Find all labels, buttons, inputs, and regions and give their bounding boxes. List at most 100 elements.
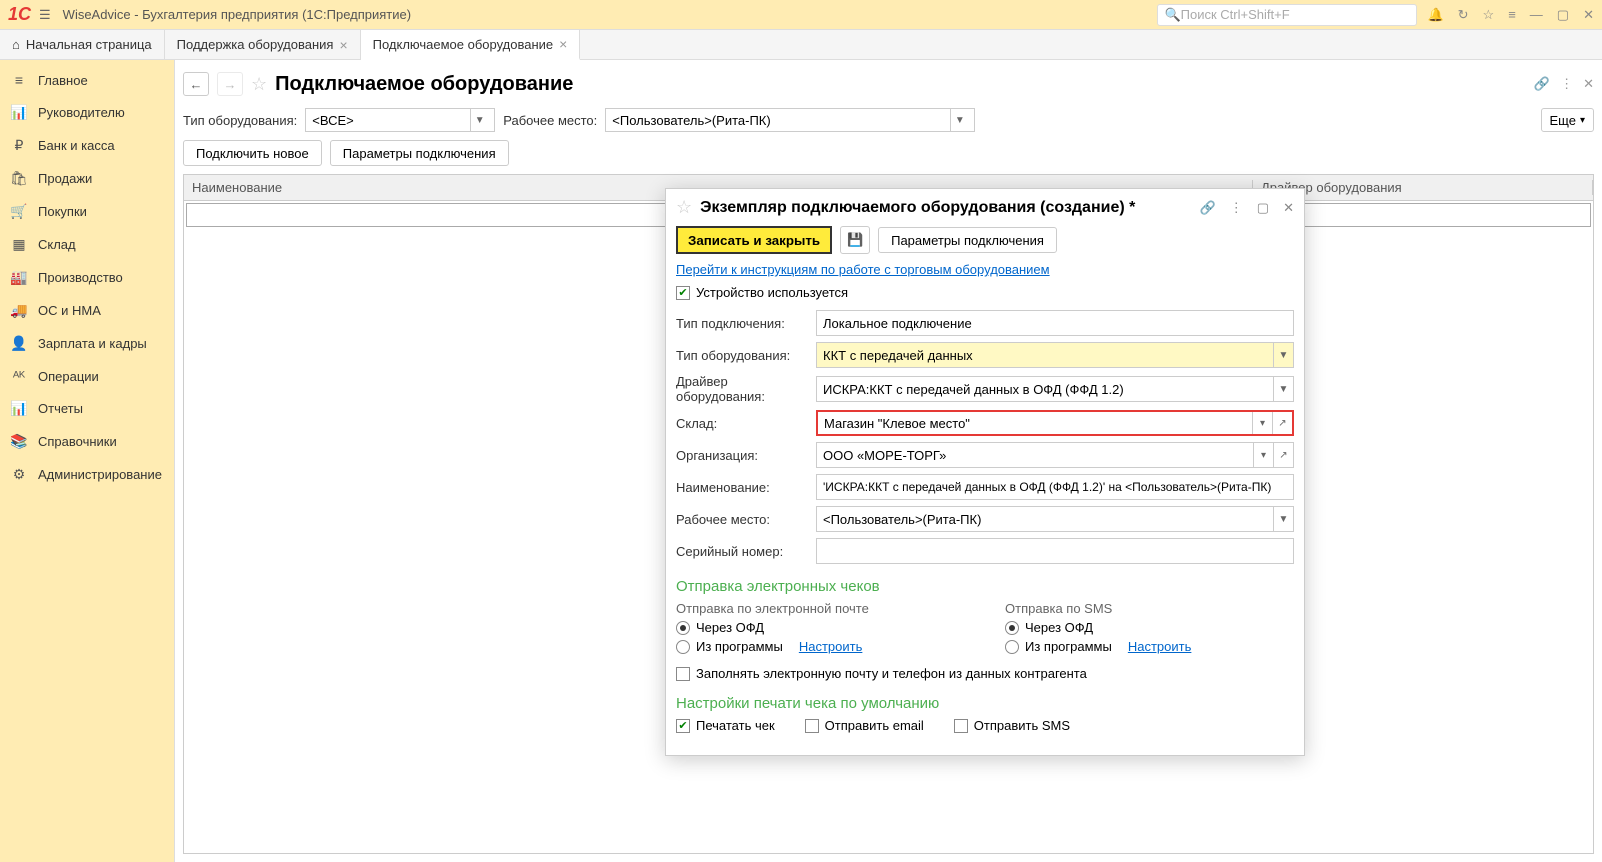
- serial-input[interactable]: [816, 538, 1294, 564]
- chevron-down-icon[interactable]: ▼: [1273, 343, 1293, 367]
- sidebar-item-manager[interactable]: 📊Руководителю: [0, 96, 174, 129]
- params-button[interactable]: Параметры подключения: [878, 227, 1057, 253]
- sidebar-item-label: ОС и НМА: [38, 303, 101, 318]
- menu-icon: ≡: [10, 72, 28, 88]
- cart-icon: 🛒: [10, 203, 28, 220]
- link-icon[interactable]: 🔗: [1200, 200, 1216, 216]
- email-sub-label: Отправка по электронной почте: [676, 601, 965, 616]
- save-close-button[interactable]: Записать и закрыть: [676, 226, 832, 254]
- radio-label: Через ОФД: [696, 620, 764, 635]
- history-icon[interactable]: ↻: [1458, 7, 1469, 23]
- sidebar-item-sales[interactable]: 🛍Продажи: [0, 162, 174, 195]
- grid-icon: ▦: [10, 236, 28, 253]
- config-link[interactable]: Настроить: [1128, 639, 1192, 654]
- bell-icon[interactable]: 🔔: [1427, 7, 1443, 23]
- serial-label: Серийный номер:: [676, 544, 816, 559]
- menu-icon[interactable]: ☰: [39, 7, 51, 23]
- close-icon[interactable]: ×: [339, 37, 347, 53]
- chevron-down-icon[interactable]: ▾: [1253, 443, 1273, 467]
- home-icon: ⌂: [12, 37, 20, 52]
- back-button[interactable]: ←: [183, 72, 209, 96]
- sidebar-item-main[interactable]: ≡Главное: [0, 64, 174, 96]
- tab-home[interactable]: ⌂ Начальная страница: [0, 30, 165, 59]
- open-icon[interactable]: ↗: [1273, 443, 1293, 467]
- more-button[interactable]: Еще ▾: [1541, 108, 1594, 132]
- modal-header: ☆ Экземпляр подключаемого оборудования (…: [666, 189, 1304, 226]
- radio-email-prog[interactable]: Из программы Настроить: [676, 639, 965, 654]
- instructions-link[interactable]: Перейти к инструкциям по работе с торгов…: [676, 262, 1050, 277]
- sidebar-item-operations[interactable]: ᴬᴷОперации: [0, 360, 174, 392]
- radio-sms-prog[interactable]: Из программы Настроить: [1005, 639, 1294, 654]
- filter-type-label: Тип оборудования:: [183, 113, 297, 128]
- connection-params-button[interactable]: Параметры подключения: [330, 140, 509, 166]
- link-icon[interactable]: 🔗: [1534, 76, 1550, 92]
- chevron-down-icon[interactable]: ▼: [470, 109, 488, 131]
- chevron-down-icon[interactable]: ▼: [950, 109, 968, 131]
- sidebar-item-salary[interactable]: 👤Зарплата и кадры: [0, 327, 174, 360]
- name-input[interactable]: 'ИСКРА:ККТ с передачей данных в ОФД (ФФД…: [816, 474, 1294, 500]
- sidebar-item-label: Покупки: [38, 204, 87, 219]
- radio-icon: [1005, 621, 1019, 635]
- name-value: 'ИСКРА:ККТ с передачей данных в ОФД (ФФД…: [817, 480, 1293, 494]
- sidebar-item-bank[interactable]: ₽Банк и касса: [0, 129, 174, 162]
- filter-icon[interactable]: ≡: [1508, 7, 1516, 23]
- tab-support[interactable]: Поддержка оборудования ×: [165, 30, 361, 59]
- maximize-icon[interactable]: ▢: [1557, 7, 1569, 23]
- workplace-select[interactable]: <Пользователь>(Рита-ПК) ▼: [816, 506, 1294, 532]
- close-icon[interactable]: ✕: [1283, 200, 1294, 216]
- more-icon[interactable]: ⋮: [1560, 76, 1573, 92]
- minimize-icon[interactable]: —: [1530, 7, 1543, 23]
- close-icon[interactable]: ✕: [1583, 7, 1594, 23]
- conn-type-input[interactable]: Локальное подключение: [816, 310, 1294, 336]
- filter-row: Тип оборудования: <ВСЕ> ▼ Рабочее место:…: [183, 108, 1594, 132]
- filter-workplace-select[interactable]: <Пользователь>(Рита-ПК) ▼: [605, 108, 975, 132]
- sidebar-item-refs[interactable]: 📚Справочники: [0, 425, 174, 458]
- device-used-checkbox[interactable]: Устройство используется: [676, 285, 1294, 300]
- favorite-icon[interactable]: ☆: [251, 74, 267, 95]
- config-link[interactable]: Настроить: [799, 639, 863, 654]
- sidebar-item-purchases[interactable]: 🛒 Покупки: [0, 195, 174, 228]
- star-icon[interactable]: ☆: [1483, 7, 1495, 23]
- maximize-icon[interactable]: ▢: [1257, 200, 1269, 216]
- bars-icon: 📊: [10, 400, 28, 417]
- favorite-icon[interactable]: ☆: [676, 197, 692, 218]
- workplace-label: Рабочее место:: [676, 512, 816, 527]
- close-page-icon[interactable]: ✕: [1583, 76, 1594, 92]
- equip-type-select[interactable]: ККТ с передачей данных ▼: [816, 342, 1294, 368]
- tab-equipment[interactable]: Подключаемое оборудование ×: [361, 30, 581, 60]
- org-select[interactable]: ООО «МОРЕ-ТОРГ» ▾ ↗: [816, 442, 1294, 468]
- close-icon[interactable]: ×: [559, 36, 567, 52]
- checkbox-icon: [676, 667, 690, 681]
- send-sms-checkbox[interactable]: Отправить SMS: [954, 718, 1070, 733]
- chevron-down-icon[interactable]: ▼: [1273, 507, 1293, 531]
- sidebar-item-assets[interactable]: 🚚ОС и НМА: [0, 294, 174, 327]
- more-label: Еще: [1550, 113, 1576, 128]
- driver-select[interactable]: ИСКРА:ККТ с передачей данных в ОФД (ФФД …: [816, 376, 1294, 402]
- save-button[interactable]: 💾: [840, 226, 870, 254]
- tab-label: Поддержка оборудования: [177, 37, 334, 52]
- modal-body: Перейти к инструкциям по работе с торгов…: [666, 262, 1304, 755]
- chart-icon: 📊: [10, 104, 28, 121]
- radio-label: Через ОФД: [1025, 620, 1093, 635]
- send-email-checkbox[interactable]: Отправить email: [805, 718, 924, 733]
- radio-email-ofd[interactable]: Через ОФД: [676, 620, 965, 635]
- search-input[interactable]: 🔍 Поиск Ctrl+Shift+F: [1157, 4, 1417, 26]
- more-icon[interactable]: ⋮: [1230, 200, 1243, 216]
- equipment-modal: ☆ Экземпляр подключаемого оборудования (…: [665, 188, 1305, 756]
- fill-contact-checkbox[interactable]: Заполнять электронную почту и телефон из…: [676, 666, 1294, 681]
- sidebar-item-label: Администрирование: [38, 467, 162, 482]
- chevron-down-icon[interactable]: ▼: [1273, 377, 1293, 401]
- sidebar-item-warehouse[interactable]: ▦Склад: [0, 228, 174, 261]
- forward-button[interactable]: →: [217, 72, 243, 96]
- app-logo: 1C: [8, 4, 31, 25]
- chevron-down-icon[interactable]: ▾: [1252, 412, 1272, 434]
- filter-type-select[interactable]: <ВСЕ> ▼: [305, 108, 495, 132]
- radio-sms-ofd[interactable]: Через ОФД: [1005, 620, 1294, 635]
- open-icon[interactable]: ↗: [1272, 412, 1292, 434]
- sidebar-item-reports[interactable]: 📊Отчеты: [0, 392, 174, 425]
- warehouse-select[interactable]: Магазин "Клевое место" ▾ ↗: [816, 410, 1294, 436]
- sidebar-item-production[interactable]: 🏭Производство: [0, 261, 174, 294]
- connect-new-button[interactable]: Подключить новое: [183, 140, 322, 166]
- print-check-checkbox[interactable]: Печатать чек: [676, 718, 775, 733]
- sidebar-item-admin[interactable]: ⚙Администрирование: [0, 458, 174, 491]
